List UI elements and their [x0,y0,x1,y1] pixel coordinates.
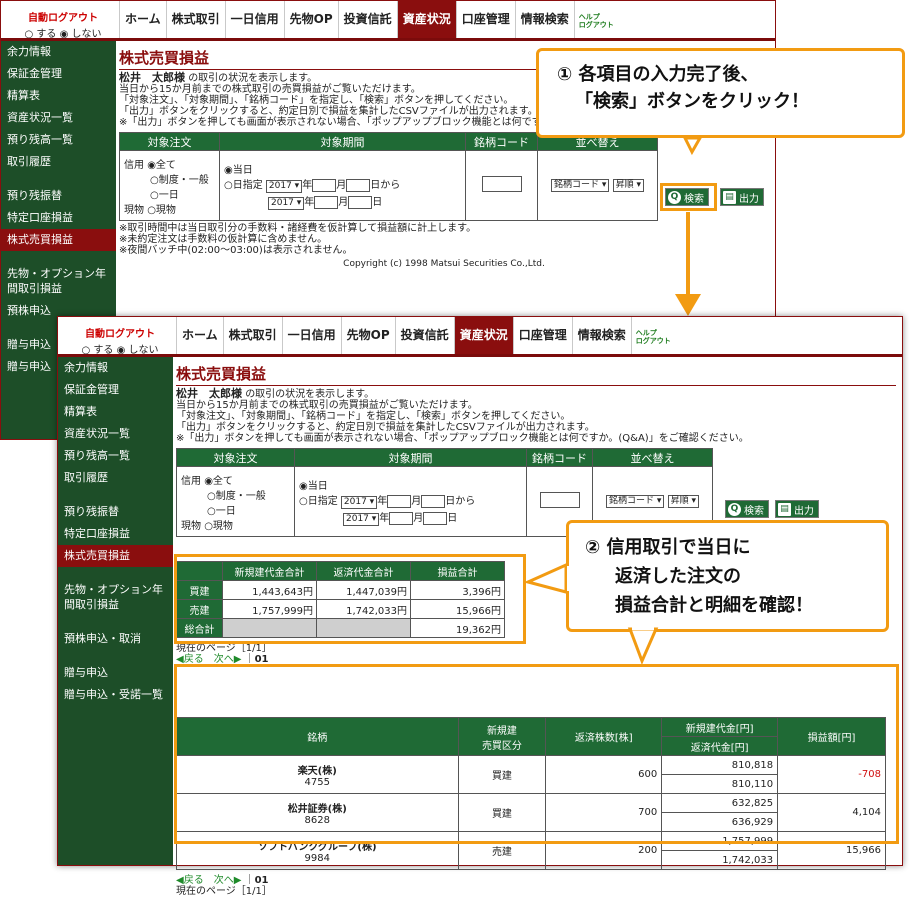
pager-prev-link[interactable]: ◀戻る [176,875,204,886]
pager-current: 現在のページ［1/1］ [176,886,272,897]
pager-next-link[interactable]: 次へ▶ [214,875,242,886]
pager-bottom: ◀戻る 次へ▶ ｜01 現在のページ［1/1］ [176,875,272,897]
pager-page-num: 01 [254,875,269,886]
pager-sep: ｜ [244,875,255,886]
callout-pointers [523,562,659,665]
